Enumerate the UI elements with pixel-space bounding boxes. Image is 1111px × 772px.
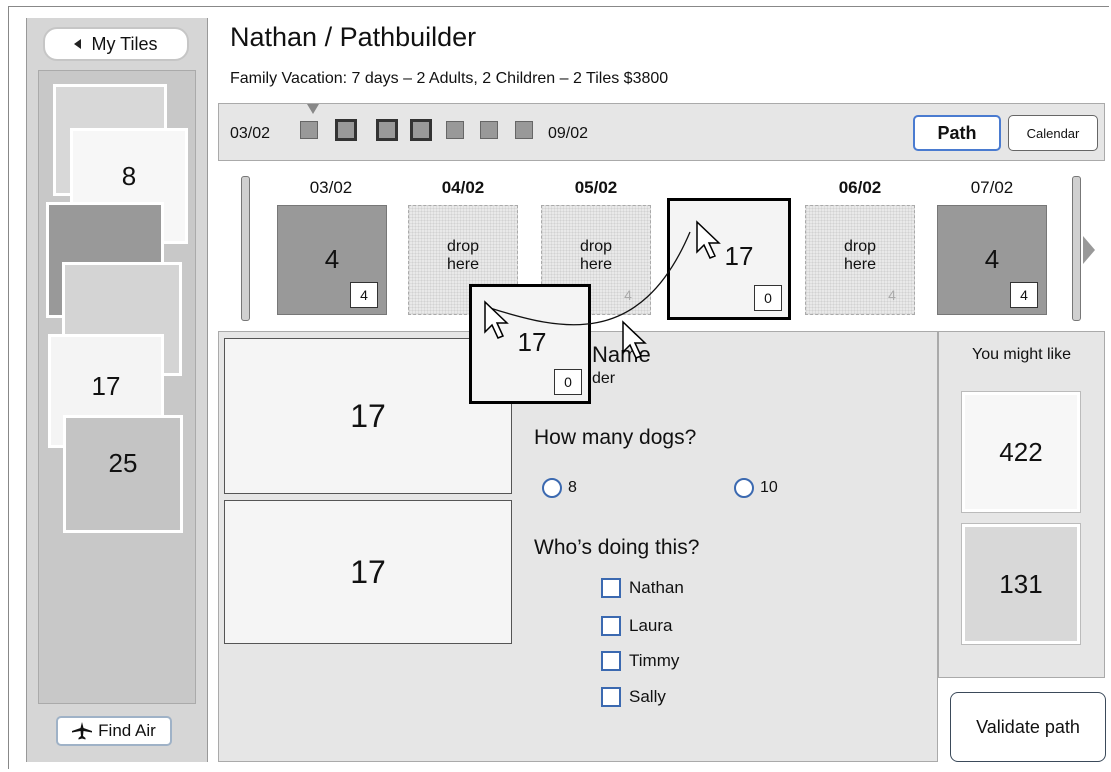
person-label: Sally: [629, 687, 666, 706]
detail-tile-bottom[interactable]: 17: [224, 500, 512, 644]
tile-count-badge: 0: [554, 369, 582, 395]
timeline-day[interactable]: [300, 121, 318, 139]
recommended-tile[interactable]: 131: [961, 523, 1081, 645]
airplane-icon: [72, 722, 93, 740]
dragging-tile[interactable]: 17 0: [469, 284, 591, 404]
timeline-day[interactable]: [410, 119, 432, 141]
recommendations-heading: You might like: [971, 346, 1072, 363]
dogs-option-8[interactable]: 8: [542, 478, 577, 498]
sidebar-tile-value: 17: [91, 370, 121, 401]
recommended-tile[interactable]: 422: [961, 391, 1081, 513]
person-nathan[interactable]: Nathan: [601, 578, 684, 598]
find-air-label: Find Air: [98, 721, 156, 740]
drop-here-text: drop here: [579, 238, 613, 273]
checkbox[interactable]: [601, 616, 621, 636]
timeline-end-date: 09/02: [548, 125, 589, 142]
person-sally[interactable]: Sally: [601, 687, 666, 707]
timeline-day[interactable]: [480, 121, 498, 139]
option-label: 8: [568, 479, 577, 496]
drop-zone[interactable]: drop here 4: [805, 205, 915, 315]
my-tiles-button[interactable]: My Tiles: [43, 27, 189, 61]
validate-path-button[interactable]: Validate path: [950, 692, 1106, 762]
dogs-question: How many dogs?: [534, 426, 697, 449]
page-title: Nathan / Pathbuilder: [230, 22, 477, 52]
timeline-day[interactable]: [446, 121, 464, 139]
next-arrow-icon[interactable]: [1083, 236, 1095, 264]
radio-button[interactable]: [734, 478, 754, 498]
timeline-day[interactable]: [515, 121, 533, 139]
checkbox[interactable]: [601, 687, 621, 707]
scroll-right-handle[interactable]: [1072, 176, 1081, 321]
day-date-label: 03/02: [309, 178, 353, 197]
day-date-label: 04/02: [441, 178, 485, 197]
radio-button[interactable]: [542, 478, 562, 498]
drop-here-text: drop here: [446, 238, 480, 273]
day-slot-tile[interactable]: 4 4: [937, 205, 1047, 315]
person-laura[interactable]: Laura: [601, 616, 672, 636]
timeline-day[interactable]: [376, 119, 398, 141]
path-view-button[interactable]: Path: [913, 115, 1001, 151]
drop-here-text: drop here: [843, 238, 877, 273]
checkbox[interactable]: [601, 651, 621, 671]
tile-number: 17: [517, 327, 547, 357]
tile-count-badge: 4: [350, 282, 378, 308]
my-tiles-label: My Tiles: [91, 33, 158, 54]
person-label: Laura: [629, 616, 673, 635]
who-question: Who’s doing this?: [534, 536, 700, 559]
tile-count-badge: 4: [888, 287, 896, 303]
tile-name: Name: [592, 342, 651, 367]
sidebar-tile-value: 8: [121, 160, 137, 191]
day-date-label: 05/02: [574, 178, 618, 197]
trip-summary: Family Vacation: 7 days – 2 Adults, 2 Ch…: [230, 70, 669, 87]
tile-count-badge: 4: [624, 287, 632, 303]
sidebar-tile[interactable]: 25: [63, 415, 183, 533]
day-date-label: 07/02: [970, 178, 1014, 197]
placed-tile[interactable]: 17 0: [667, 198, 791, 320]
tile-number: 4: [324, 244, 340, 274]
day-date-label: 06/02: [838, 178, 882, 197]
tile-count-badge: 0: [754, 285, 782, 311]
person-label: Timmy: [629, 651, 680, 670]
tile-count-badge: 4: [1010, 282, 1038, 308]
option-label: 10: [760, 479, 778, 496]
person-label: Nathan: [629, 578, 684, 597]
timeline-day[interactable]: [335, 119, 357, 141]
timeline-start-date: 03/02: [230, 125, 271, 142]
find-air-button[interactable]: Find Air: [56, 716, 172, 746]
tile-subtitle: der: [592, 370, 616, 387]
timeline-marker-icon: [307, 104, 319, 114]
scroll-left-handle[interactable]: [241, 176, 250, 321]
person-timmy[interactable]: Timmy: [601, 651, 679, 671]
back-arrow-icon: [74, 39, 82, 49]
sidebar-tile-value: 25: [108, 447, 138, 478]
tile-number: 4: [984, 244, 1000, 274]
tile-number: 17: [724, 241, 754, 271]
checkbox[interactable]: [601, 578, 621, 598]
calendar-view-button[interactable]: Calendar: [1008, 115, 1098, 151]
day-slot-tile[interactable]: 4 4: [277, 205, 387, 315]
dogs-option-10[interactable]: 10: [734, 478, 778, 498]
